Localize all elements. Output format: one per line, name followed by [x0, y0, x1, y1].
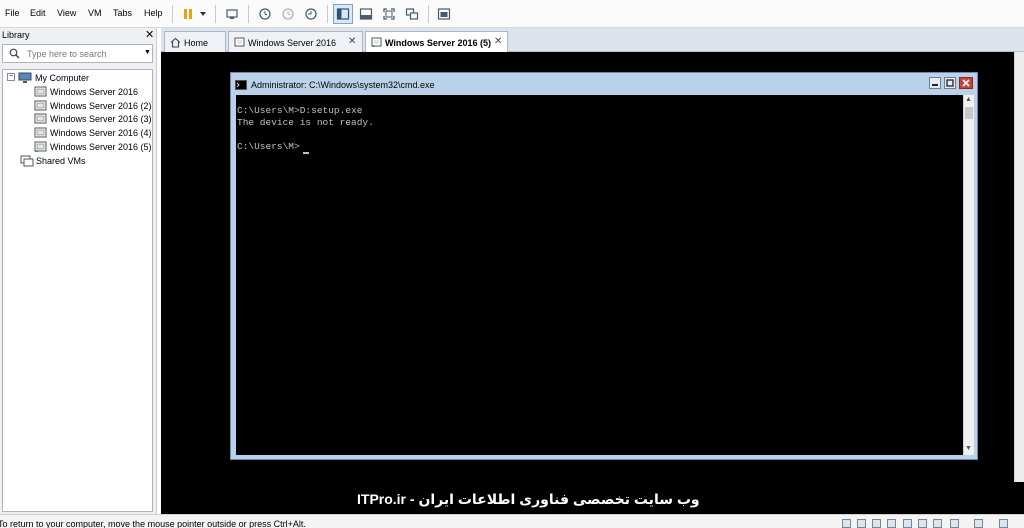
floppy-icon[interactable] — [872, 519, 881, 528]
menu-tabs[interactable]: Tabs — [113, 8, 132, 18]
library-title: Library — [2, 30, 30, 40]
close-icon — [962, 79, 970, 87]
status-message: To return to your computer, move the mou… — [0, 519, 306, 528]
full-screen-button[interactable] — [379, 4, 399, 24]
maximize-button[interactable] — [944, 77, 956, 89]
vm-icon — [34, 86, 47, 97]
message-log-icon[interactable] — [974, 519, 983, 528]
menu-help[interactable]: Help — [144, 8, 163, 18]
tree-item-label: Windows Server 2016 (5) — [50, 142, 152, 152]
watermark-itpro: ITPro.ir - وب سایت تخصصی فناوری اطلاعات … — [357, 491, 700, 507]
vm-vertical-scrollbar[interactable] — [1014, 52, 1024, 482]
send-ctrl-alt-del-button[interactable] — [222, 4, 242, 24]
library-panel: Library ✕ ▼ − My Computer Windows Server… — [0, 28, 157, 514]
toolbar-separator — [172, 5, 173, 23]
console-view-button[interactable] — [434, 4, 454, 24]
scroll-down-icon[interactable]: ▼ — [965, 445, 972, 452]
toolbar-separator — [215, 5, 216, 23]
cmd-console-output[interactable]: C:\Users\M>D:setup.exe The device is not… — [236, 95, 963, 455]
library-search-input[interactable] — [27, 47, 139, 60]
cmd-window[interactable]: Administrator: C:\Windows\system32\cmd.e… — [230, 72, 978, 460]
tab-windows-server-2016-5[interactable]: Windows Server 2016 (5) ✕ — [365, 31, 508, 53]
console-line: The device is not ready. — [237, 117, 374, 128]
vm-icon — [34, 127, 47, 138]
tree-item-vm[interactable]: Windows Server 2016 (4) — [34, 127, 152, 140]
tree-item-vm[interactable]: Windows Server 2016 (2) — [34, 100, 152, 113]
tree-item-shared-vms[interactable]: Shared VMs — [20, 155, 140, 168]
tree-item-label: Windows Server 2016 (3) — [50, 114, 152, 124]
snapshot-manager-button[interactable] — [301, 4, 321, 24]
status-bar: To return to your computer, move the mou… — [0, 514, 1024, 528]
search-icon — [9, 48, 20, 61]
tree-item-label: Shared VMs — [36, 156, 86, 166]
sound-card-icon[interactable] — [918, 519, 927, 528]
library-search-box: ▼ — [2, 44, 153, 63]
cmd-window-title: Administrator: C:\Windows\system32\cmd.e… — [251, 80, 435, 90]
library-close-button[interactable]: ✕ — [145, 28, 154, 41]
revert-snapshot-button[interactable] — [278, 4, 298, 24]
menu-edit[interactable]: Edit — [30, 8, 46, 18]
collapse-toggle-icon[interactable]: − — [7, 73, 15, 81]
menu-file[interactable]: File — [5, 8, 20, 18]
maximize-icon — [946, 79, 954, 87]
scroll-thumb[interactable] — [965, 107, 973, 119]
printer-icon[interactable] — [933, 519, 942, 528]
home-icon — [170, 37, 181, 48]
console-cursor — [303, 152, 309, 154]
toolbar-separator — [327, 5, 328, 23]
library-header: Library ✕ — [0, 28, 157, 42]
take-snapshot-button[interactable] — [255, 4, 275, 24]
cd-dvd-icon[interactable] — [857, 519, 866, 528]
tree-item-vm[interactable]: Windows Server 2016 (3) — [34, 113, 152, 126]
unity-button[interactable] — [402, 4, 422, 24]
tree-item-label: My Computer — [35, 73, 90, 83]
toolbar-separator — [428, 5, 429, 23]
console-prompt: C:\Users\M> — [237, 141, 300, 152]
minimize-button[interactable] — [929, 77, 941, 89]
tab-label: Home — [184, 38, 209, 48]
tab-windows-server-2016[interactable]: Windows Server 2016 ✕ — [228, 31, 363, 52]
fit-guest-icon[interactable] — [999, 519, 1008, 528]
search-dropdown-icon[interactable]: ▼ — [144, 49, 151, 56]
tree-item-label: Windows Server 2016 — [50, 87, 139, 97]
tab-home[interactable]: Home — [164, 31, 226, 52]
close-button[interactable] — [959, 77, 973, 89]
running-vm-icon — [34, 141, 47, 152]
tab-label: Windows Server 2016 (5) — [385, 38, 491, 48]
display-icon[interactable] — [950, 519, 959, 528]
cmd-vertical-scrollbar[interactable]: ▲ ▼ — [963, 95, 974, 455]
tree-item-label: Windows Server 2016 (4) — [50, 128, 152, 138]
vm-icon — [34, 113, 47, 124]
shared-vms-icon — [20, 155, 34, 167]
computer-icon — [18, 72, 32, 83]
usb-controller-icon[interactable] — [903, 519, 912, 528]
tab-close-button[interactable]: ✕ — [494, 36, 502, 47]
console-line: C:\Users\M>D:setup.exe — [237, 105, 363, 116]
menu-view[interactable]: View — [57, 8, 76, 18]
pause-button[interactable] — [178, 4, 198, 24]
tree-item-label: Windows Server 2016 (2) — [50, 101, 152, 111]
tree-item-vm[interactable]: Windows Server 2016 — [34, 86, 152, 99]
menu-toolbar: File Edit View VM Tabs Help — [0, 0, 1024, 28]
network-adapter-icon[interactable] — [887, 519, 896, 528]
toolbar-separator — [248, 5, 249, 23]
vm-icon — [234, 37, 245, 47]
minimize-icon — [932, 84, 938, 86]
cmd-icon — [235, 80, 247, 92]
show-library-button[interactable] — [333, 4, 353, 24]
library-tree: − My Computer Windows Server 2016 Window… — [2, 69, 153, 512]
tree-item-vm-running[interactable]: Windows Server 2016 (5) — [34, 141, 152, 154]
vm-icon — [34, 100, 47, 111]
menu-vm[interactable]: VM — [88, 8, 102, 18]
power-dropdown-button[interactable] — [196, 4, 208, 24]
watermark-tosinso: TOSINSO.COM — [3, 499, 99, 514]
thumbnail-bar-button[interactable] — [356, 4, 376, 24]
tab-close-button[interactable]: ✕ — [348, 36, 356, 47]
tree-item-my-computer[interactable]: − My Computer — [7, 72, 147, 85]
tab-label: Windows Server 2016 — [248, 38, 337, 48]
scroll-up-icon[interactable]: ▲ — [965, 96, 972, 103]
running-vm-icon — [371, 37, 382, 47]
tab-bar: Home Windows Server 2016 ✕ Windows Serve… — [161, 28, 1024, 53]
hard-disk-icon[interactable] — [842, 519, 851, 528]
